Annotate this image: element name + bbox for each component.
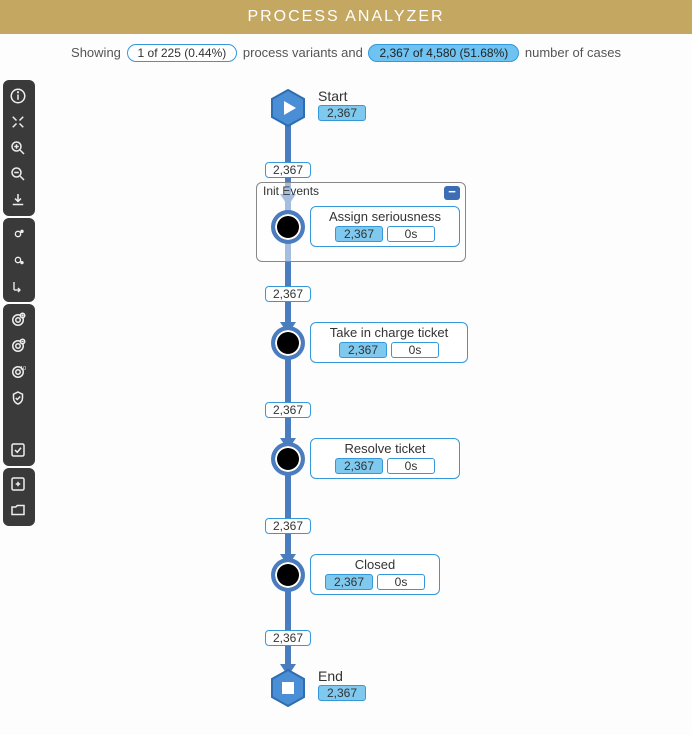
start-label: Start (318, 88, 366, 104)
end-label: End (318, 668, 366, 684)
subheader: Showing 1 of 225 (0.44%) process variant… (0, 34, 692, 68)
node-time: 0s (387, 458, 435, 474)
node-assign-seriousness[interactable]: Assign seriousness 2,367 0s (310, 206, 460, 247)
svg-text:10: 10 (20, 366, 26, 372)
subheader-tail: number of cases (525, 45, 621, 60)
toolgroup-layout (3, 218, 35, 302)
filter-kpi-button[interactable]: 10 (3, 359, 33, 385)
header-title: PROCESS ANALYZER (247, 8, 444, 25)
collapse-node-button[interactable] (3, 247, 33, 273)
node-closed[interactable]: Closed 2,367 0s (310, 554, 440, 595)
expand-node-button[interactable] (3, 221, 33, 247)
end-count: 2,367 (318, 685, 366, 701)
subheader-mid: process variants and (243, 45, 363, 60)
node-count: 2,367 (335, 458, 383, 474)
process-canvas[interactable]: Start 2,367 2,367 Init Events − Assign s… (40, 70, 692, 735)
start-node[interactable]: Start 2,367 (318, 88, 366, 121)
simulation-button[interactable] (3, 411, 33, 437)
edge-label[interactable]: 2,367 (265, 402, 311, 418)
node-title: Closed (311, 555, 439, 572)
edge-label[interactable]: 2,367 (265, 162, 311, 178)
remove-kpi-button[interactable] (3, 333, 33, 359)
conformance-button[interactable] (3, 385, 33, 411)
toolgroup-analysis: 10 (3, 304, 35, 466)
node-title: Take in charge ticket (311, 323, 467, 340)
activity-icon (271, 326, 305, 360)
node-take-in-charge[interactable]: Take in charge ticket 2,367 0s (310, 322, 468, 363)
group-collapse-button[interactable]: − (444, 186, 460, 200)
node-time: 0s (391, 342, 439, 358)
edge-label[interactable]: 2,367 (265, 286, 311, 302)
group-title: Init Events (263, 184, 319, 198)
zoom-in-button[interactable] (3, 135, 33, 161)
node-count: 2,367 (339, 342, 387, 358)
node-count: 2,367 (325, 574, 373, 590)
fit-button[interactable] (3, 109, 33, 135)
end-node[interactable]: End 2,367 (318, 668, 366, 701)
end-node-icon[interactable] (268, 668, 308, 708)
node-count: 2,367 (335, 226, 383, 242)
subheader-showing: Showing (71, 45, 121, 60)
zoom-out-button[interactable] (3, 161, 33, 187)
node-time: 0s (377, 574, 425, 590)
toolgroup-io (3, 468, 35, 526)
activity-icon (271, 442, 305, 476)
edge-label[interactable]: 2,367 (265, 518, 311, 534)
activity-icon (271, 558, 305, 592)
orientation-button[interactable] (3, 273, 33, 299)
toolbar: 10 (3, 80, 35, 526)
check-button[interactable] (3, 437, 33, 463)
start-node-icon[interactable] (268, 88, 308, 128)
activity-icon (271, 210, 305, 244)
info-button[interactable] (3, 83, 33, 109)
export-svg-button[interactable] (3, 187, 33, 213)
cases-pill[interactable]: 2,367 of 4,580 (51.68%) (368, 44, 519, 62)
start-count: 2,367 (318, 105, 366, 121)
variants-pill[interactable]: 1 of 225 (0.44%) (127, 44, 238, 62)
edge-label[interactable]: 2,367 (265, 630, 311, 646)
page-header: PROCESS ANALYZER (0, 0, 692, 34)
node-resolve-ticket[interactable]: Resolve ticket 2,367 0s (310, 438, 460, 479)
save-button[interactable] (3, 471, 33, 497)
open-button[interactable] (3, 497, 33, 523)
toolgroup-view (3, 80, 35, 216)
node-time: 0s (387, 226, 435, 242)
add-kpi-button[interactable] (3, 307, 33, 333)
node-title: Assign seriousness (311, 207, 459, 224)
node-title: Resolve ticket (311, 439, 459, 456)
